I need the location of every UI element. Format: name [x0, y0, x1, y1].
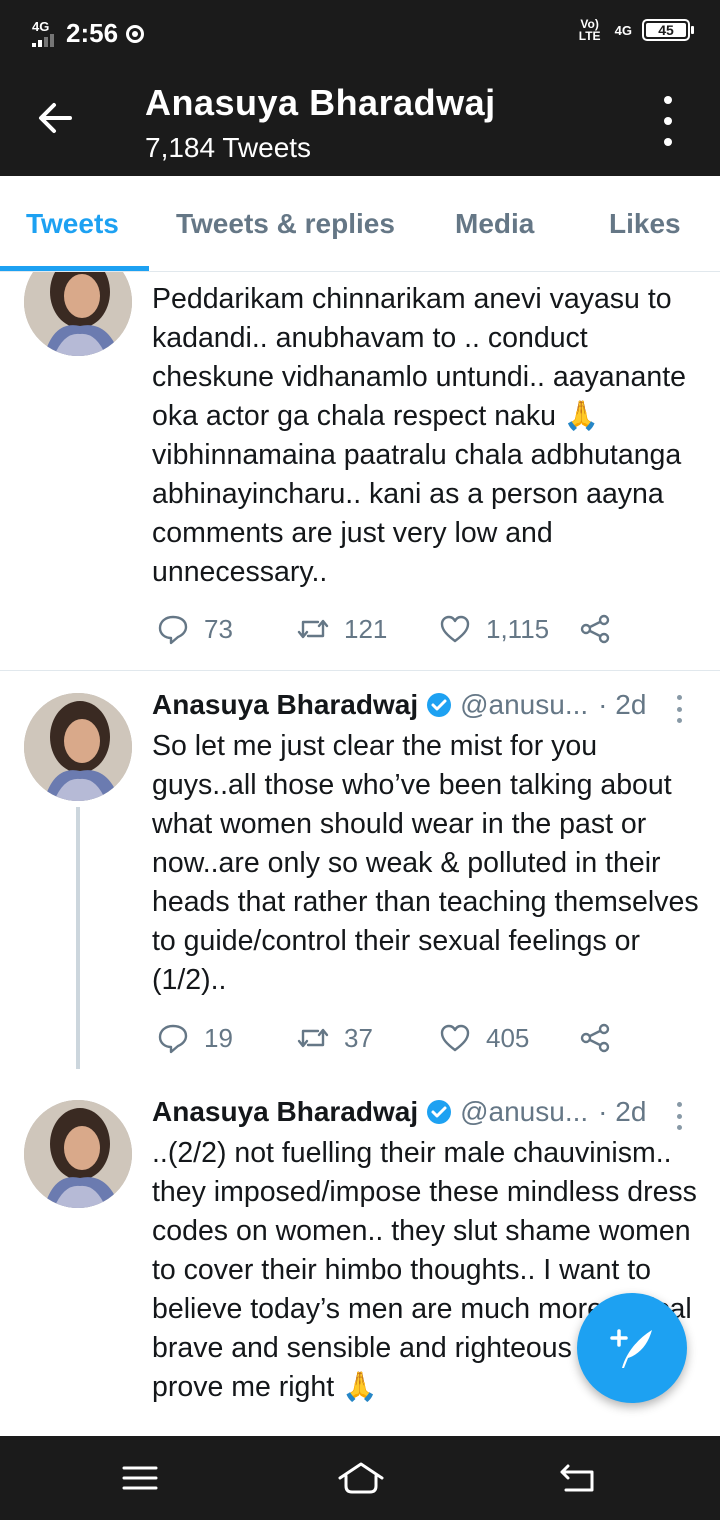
- more-vertical-icon: [676, 695, 682, 700]
- like-button[interactable]: 405: [438, 1021, 529, 1055]
- avatar[interactable]: [24, 272, 132, 356]
- retweet-icon: [297, 1028, 329, 1048]
- tweet-item[interactable]: Peddarikam chinnarikam anevi vayasu to k…: [0, 272, 720, 670]
- tweet-time: · 2d: [598, 1096, 647, 1127]
- tweet-count: 7,184 Tweets: [145, 132, 312, 163]
- chrome-notification-icon: [126, 24, 145, 43]
- system-nav-bar: [0, 1436, 720, 1520]
- share-icon: [580, 1023, 610, 1053]
- tab-tweets[interactable]: Tweets: [26, 208, 119, 240]
- menu-button[interactable]: [120, 1460, 160, 1496]
- status-bar: 4G 2:56 Vo) LTE 4G 45: [0, 0, 720, 66]
- author-handle[interactable]: @anusu...: [460, 689, 588, 721]
- retweet-count: 37: [344, 1022, 373, 1053]
- signal-icon: [32, 33, 54, 47]
- tweet-header: Anasuya Bharadwaj @anusu... · 2d: [152, 689, 646, 721]
- reply-icon: [158, 615, 188, 645]
- like-count: 1,115: [486, 613, 550, 644]
- back-button[interactable]: [34, 96, 78, 140]
- arrow-left-icon: [39, 103, 72, 133]
- thread-line: [76, 807, 80, 1069]
- tab-media[interactable]: Media: [455, 208, 534, 240]
- back-nav-button[interactable]: [558, 1460, 598, 1496]
- avatar[interactable]: [24, 693, 132, 801]
- home-icon: [338, 1462, 384, 1494]
- profile-title: Anasuya Bharadwaj: [145, 82, 496, 123]
- more-vertical-icon: [676, 1102, 682, 1107]
- tweet-text: Peddarikam chinnarikam anevi vayasu to k…: [152, 283, 686, 588]
- tweet-menu-button[interactable]: [674, 695, 684, 723]
- reply-icon: [158, 1024, 188, 1054]
- heart-icon: [440, 1024, 470, 1052]
- share-icon: [580, 614, 610, 644]
- app-bar: Anasuya Bharadwaj 7,184 Tweets: [0, 66, 720, 176]
- retweet-icon: [297, 619, 329, 639]
- tweet-text: So let me just clear the mist for you gu…: [152, 730, 699, 996]
- tab-tweets-replies[interactable]: Tweets & replies: [176, 208, 395, 240]
- tweet-item[interactable]: Anasuya Bharadwaj @anusu... · 2d So let …: [0, 671, 720, 1077]
- home-button[interactable]: [336, 1460, 386, 1496]
- heart-icon: [440, 615, 470, 643]
- tweet-actions: 73 121 1,115: [156, 612, 656, 648]
- author-name[interactable]: Anasuya Bharadwaj: [152, 689, 418, 721]
- retweet-count: 121: [344, 613, 388, 644]
- battery-icon: 45: [642, 19, 694, 41]
- verified-badge-icon: [427, 693, 452, 717]
- volte-indicator: Vo) LTE: [578, 17, 601, 43]
- reply-button[interactable]: 19: [156, 1021, 233, 1055]
- network-type-right: 4G: [614, 22, 632, 38]
- more-vertical-icon: [664, 96, 672, 104]
- back-nav-icon: [560, 1464, 594, 1492]
- retweet-button[interactable]: 121: [296, 612, 387, 646]
- tweet-feed[interactable]: Peddarikam chinnarikam anevi vayasu to k…: [0, 272, 720, 1436]
- share-button[interactable]: [578, 1021, 612, 1055]
- status-right: Vo) LTE 4G 45: [575, 17, 694, 43]
- tweet-header: Anasuya Bharadwaj @anusu... · 2d: [152, 1096, 646, 1128]
- author-handle[interactable]: @anusu...: [460, 1096, 588, 1128]
- profile-tabs: Tweets Tweets & replies Media Likes: [0, 176, 720, 272]
- reply-button[interactable]: 73: [156, 612, 233, 646]
- like-count: 405: [486, 1022, 530, 1053]
- active-tab-indicator: [0, 266, 149, 271]
- verified-badge-icon: [427, 1100, 452, 1124]
- share-button[interactable]: [578, 612, 612, 646]
- compose-tweet-icon: [610, 1329, 652, 1368]
- tweet-menu-button[interactable]: [674, 1102, 684, 1130]
- like-button[interactable]: 1,115: [438, 612, 549, 646]
- network-type: 4G: [32, 18, 50, 34]
- reply-count: 73: [204, 613, 233, 644]
- tab-likes[interactable]: Likes: [609, 208, 681, 240]
- more-options-button[interactable]: [656, 96, 680, 146]
- compose-tweet-button[interactable]: [577, 1293, 687, 1403]
- retweet-button[interactable]: 37: [296, 1021, 373, 1055]
- reply-count: 19: [204, 1022, 233, 1053]
- avatar[interactable]: [24, 1100, 132, 1208]
- menu-icon: [122, 1466, 158, 1490]
- tweet-time: · 2d: [598, 689, 647, 720]
- clock: 2:56: [66, 18, 119, 48]
- battery-level: 45: [646, 23, 686, 37]
- tweet-actions: 19 37 405: [156, 1021, 656, 1057]
- status-left: 4G 2:56: [32, 18, 145, 49]
- author-name[interactable]: Anasuya Bharadwaj: [152, 1096, 418, 1128]
